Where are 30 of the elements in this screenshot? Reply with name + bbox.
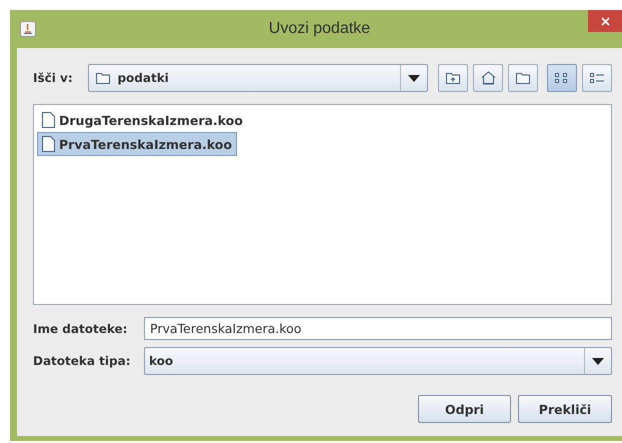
folder-icon [95,70,112,86]
folder-icon [514,70,532,86]
toolbar-button[interactable] [547,64,577,92]
toolbar-button[interactable] [508,64,538,92]
window-title: Uvozi podatke [268,20,370,38]
home-icon [480,70,496,86]
look-in-dropdown[interactable]: podatki [88,64,428,92]
open-button[interactable]: Odpri [418,395,511,423]
toolbar-button[interactable] [438,64,468,92]
folder-up-icon [444,70,462,86]
app-icon [20,21,36,37]
dropdown-arrow-icon [592,358,604,364]
file-type-dropdown[interactable]: koo [144,347,612,375]
file-item[interactable]: PrvaTerenskaIzmera.koo [37,132,237,156]
toolbar-button[interactable] [473,64,503,92]
file-name-label: Ime datoteke: [33,322,128,336]
list-view-icon [554,71,570,85]
look-in-label: Išči v: [33,71,74,85]
file-type-label: Datoteka tipa: [33,354,132,368]
close-button[interactable] [588,10,622,32]
dropdown-arrow-icon [408,74,420,82]
file-icon [42,112,55,128]
details-view-icon [589,71,605,85]
look-in-value: podatki [117,71,169,85]
file-icon [42,136,55,152]
toolbar-button[interactable] [582,64,612,92]
close-icon [600,16,610,26]
cancel-button[interactable]: Prekliči [518,395,612,423]
file-item[interactable]: DrugaTerenskaIzmera.koo [37,108,248,132]
file-name-field[interactable]: PrvaTerenskaIzmera.koo [144,317,612,340]
